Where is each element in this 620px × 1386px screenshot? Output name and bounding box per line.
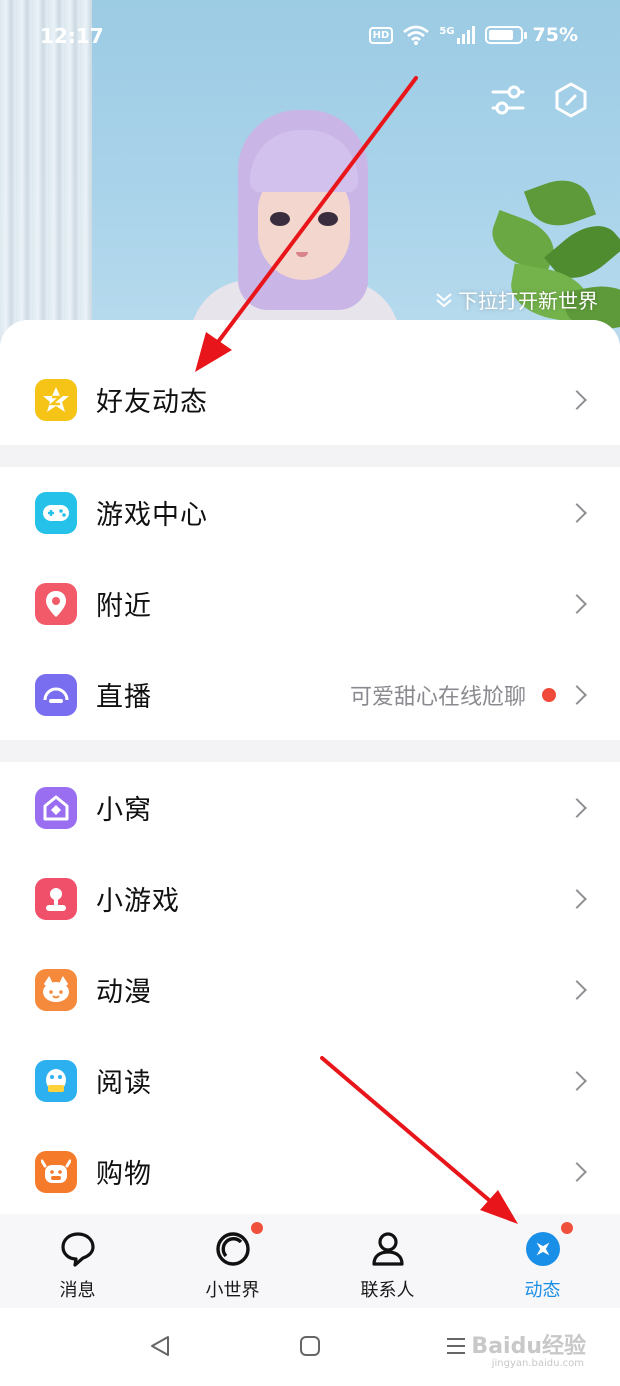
bottom-tab-bar: 消息 小世界 联系人 动态 <box>0 1214 620 1308</box>
small-world-icon <box>215 1232 250 1266</box>
tab-messages[interactable]: 消息 <box>0 1214 155 1308</box>
menu-item-anime[interactable]: 动漫 <box>0 944 620 1035</box>
menu-group-more: 小窝 小游戏 动漫 阅读 购物 <box>0 762 620 1217</box>
menu-item-friend-feed[interactable]: 好友动态 <box>0 354 620 445</box>
menu-item-live[interactable]: 直播 可爱甜心在线尬聊 <box>0 649 620 740</box>
chevron-right-icon <box>567 389 587 410</box>
chevron-right-icon <box>567 888 587 909</box>
dynamic-star-icon <box>525 1232 560 1266</box>
penguin-book-icon <box>35 1059 77 1102</box>
tab-label: 动态 <box>524 1280 561 1301</box>
location-pin-icon <box>35 582 77 625</box>
menu-item-label: 购物 <box>96 1159 152 1190</box>
pull-hint: 下拉打开新世界 <box>434 285 598 314</box>
home-diamond-icon <box>35 786 77 829</box>
star-z-icon <box>35 378 77 421</box>
notification-dot <box>559 1220 575 1236</box>
hexagon-settings-icon[interactable] <box>553 82 589 118</box>
tab-contacts[interactable]: 联系人 <box>310 1214 465 1308</box>
menu-item-label: 小窝 <box>96 795 152 826</box>
back-icon[interactable] <box>148 1334 172 1358</box>
contacts-person-icon <box>371 1232 404 1266</box>
watermark: Baidu经验 <box>471 1334 586 1359</box>
watermark-url: jingyan.baidu.com <box>491 1358 584 1369</box>
status-bar: 12:17 HD 5G 75% <box>0 0 620 76</box>
chat-bubble-icon <box>60 1232 95 1267</box>
signal-icon: 5G <box>439 26 475 44</box>
notification-dot <box>249 1220 265 1236</box>
menu-item-game-center[interactable]: 游戏中心 <box>0 467 620 558</box>
menu-item-label: 好友动态 <box>96 387 208 418</box>
menu-item-reading[interactable]: 阅读 <box>0 1035 620 1126</box>
menu-item-nearby[interactable]: 附近 <box>0 558 620 649</box>
tab-small-world[interactable]: 小世界 <box>155 1214 310 1308</box>
hd-icon: HD <box>368 26 394 44</box>
menu-group-friends: 好友动态 <box>0 320 620 445</box>
menu-group-main: 游戏中心 附近 直播 可爱甜心在线尬聊 <box>0 467 620 740</box>
pull-hint-text: 下拉打开新世界 <box>458 289 598 313</box>
chevron-right-icon <box>567 1070 587 1091</box>
sliders-icon[interactable] <box>490 82 526 118</box>
anime-face-icon <box>35 968 77 1011</box>
tab-dynamic[interactable]: 动态 <box>465 1214 620 1308</box>
gamepad-icon <box>35 491 77 534</box>
shopping-cow-icon <box>35 1150 77 1193</box>
menu-item-label: 附近 <box>96 591 152 622</box>
menu-item-label: 游戏中心 <box>96 500 208 531</box>
battery-percent: 75% <box>532 24 578 46</box>
live-icon <box>35 673 77 716</box>
menu-item-nest[interactable]: 小窝 <box>0 762 620 853</box>
battery-icon <box>484 26 527 44</box>
menu-item-label: 动漫 <box>96 977 152 1008</box>
tab-label: 消息 <box>59 1280 96 1301</box>
wifi-icon <box>403 25 430 45</box>
menu-item-label: 小游戏 <box>96 886 180 917</box>
avatar-illustration <box>170 100 400 350</box>
tab-label: 小世界 <box>205 1280 260 1301</box>
chevron-right-icon <box>567 684 587 705</box>
menu-item-mini-games[interactable]: 小游戏 <box>0 853 620 944</box>
status-icons: HD 5G 75% <box>368 24 578 46</box>
chevron-right-icon <box>567 593 587 614</box>
menu-lines-icon[interactable] <box>444 1334 468 1358</box>
menu-sheet: 好友动态 游戏中心 附近 直播 可爱甜心在线尬聊 小窝 小游戏 动漫 阅读 购物 <box>0 320 620 1220</box>
tab-label: 联系人 <box>360 1280 415 1301</box>
double-chevron-down-icon <box>436 292 452 307</box>
chevron-right-icon <box>567 1161 587 1182</box>
chevron-right-icon <box>567 979 587 1000</box>
chevron-right-icon <box>567 502 587 523</box>
joystick-icon <box>35 877 77 920</box>
notification-dot <box>542 687 556 702</box>
home-icon[interactable] <box>298 1334 322 1358</box>
system-nav-bar: Baidu经验 jingyan.baidu.com <box>0 1308 620 1386</box>
live-subtitle: 可爱甜心在线尬聊 <box>349 684 526 710</box>
status-time: 12:17 <box>40 24 104 48</box>
menu-item-shopping[interactable]: 购物 <box>0 1126 620 1217</box>
menu-item-label: 直播 <box>96 682 152 713</box>
chevron-right-icon <box>567 797 587 818</box>
header-banner[interactable]: 12:17 HD 5G 75% 下拉打开新世界 <box>0 0 620 350</box>
menu-item-label: 阅读 <box>96 1068 152 1099</box>
